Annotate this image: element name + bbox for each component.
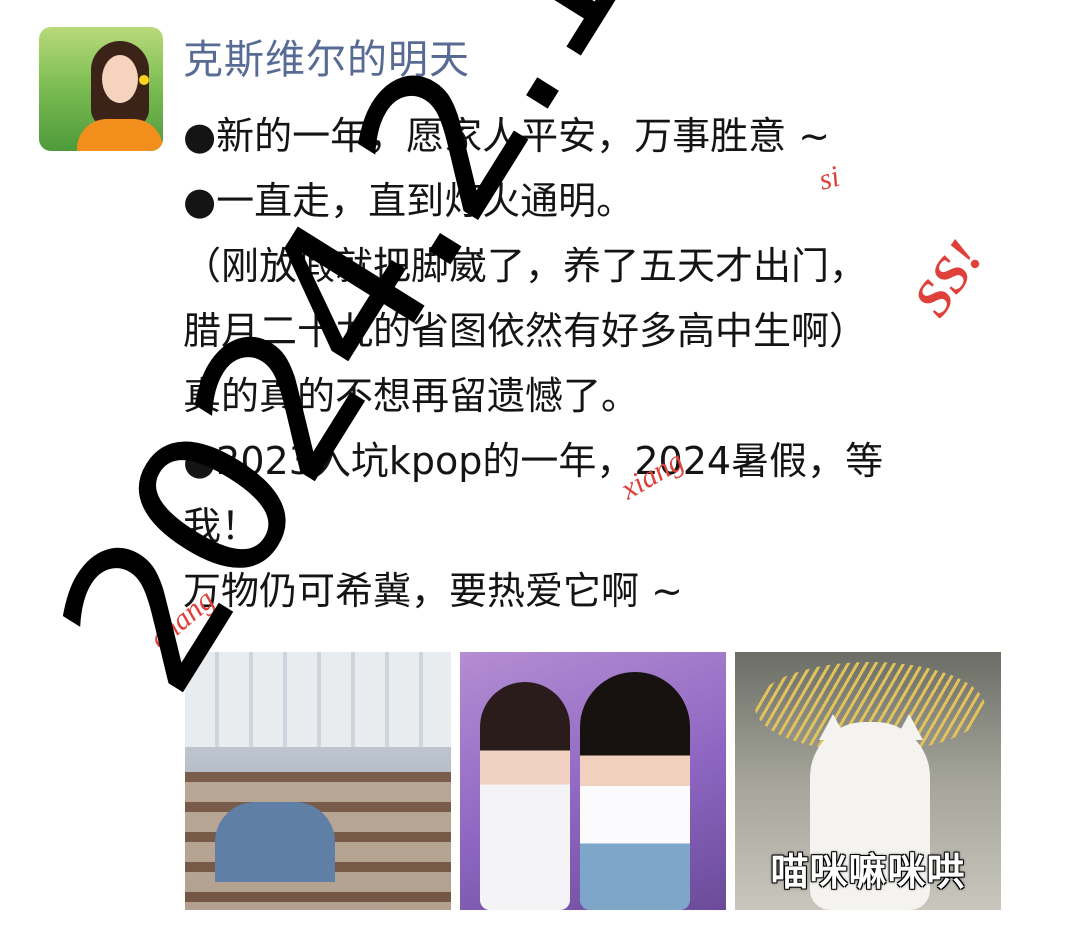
avatar-shirt [77, 119, 163, 151]
girl-right [580, 672, 690, 910]
cat-meme-photo[interactable]: 喵咪嘛咪哄 [735, 652, 1001, 910]
post-line: （刚放假就把脚崴了，养了五天才出门， [183, 244, 868, 288]
post-line: 真的真的不想再留遗憾了。 [183, 374, 640, 418]
post-line: 万物仍可希冀，要热爱它啊 ~ [183, 569, 683, 613]
post-line: ●新的一年，愿家人平安，万事胜意 ~ [183, 114, 831, 158]
girl-left [480, 682, 570, 910]
author-avatar[interactable] [39, 27, 163, 151]
post-line: ●2023入坑kpop的一年，2024暑假，等 [183, 439, 884, 483]
two-girls-hugging-photo[interactable] [460, 652, 726, 910]
post-line: ●一直走，直到灯火通明。 [183, 179, 635, 223]
ceiling-lights [185, 652, 451, 747]
students [215, 802, 335, 882]
avatar-face [102, 55, 138, 103]
avatar-flower [139, 75, 149, 85]
post-text: ●新的一年，愿家人平安，万事胜意 ~ ●一直走，直到灯火通明。 （刚放假就把脚崴… [183, 104, 1023, 624]
meme-caption: 喵咪嘛咪哄 [770, 850, 966, 894]
post-line: 腊月二十九的省图依然有好多高中生啊） [183, 309, 868, 353]
library-reading-room-photo[interactable] [185, 652, 451, 910]
post-line: 我！ [183, 504, 260, 548]
author-name[interactable]: 克斯维尔的明天 [183, 34, 470, 86]
